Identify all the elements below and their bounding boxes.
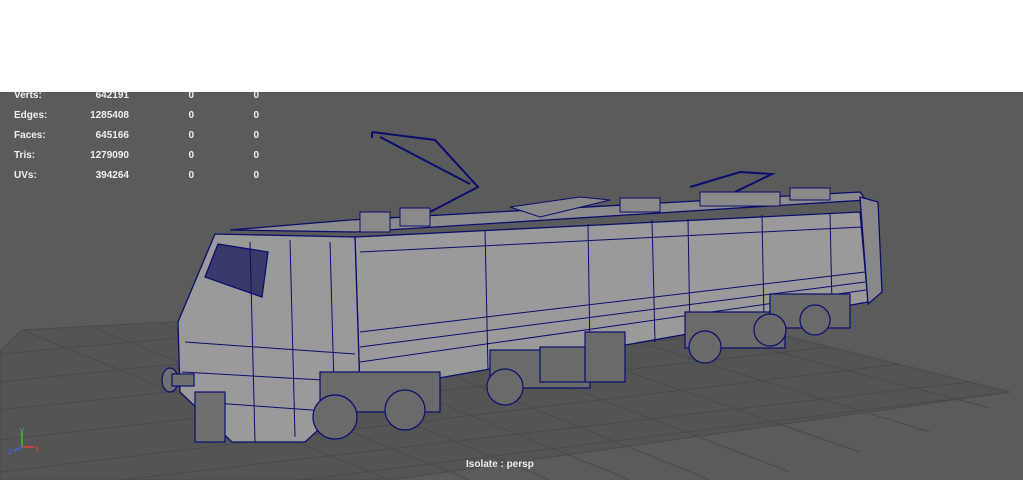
hud-label: Verts: bbox=[14, 92, 42, 101]
x-axis-label: x bbox=[35, 444, 39, 453]
hud-visible: 0 bbox=[253, 92, 259, 101]
hud-selected: 0 bbox=[188, 110, 194, 121]
hud-total: 1285408 bbox=[90, 110, 129, 121]
3d-viewport[interactable]: Verts: 642191 0 0 Edges: 1285408 0 0 Fac… bbox=[0, 92, 1023, 480]
hud-visible: 0 bbox=[253, 110, 259, 121]
hud-visible: 0 bbox=[253, 150, 259, 161]
y-axis-label: y bbox=[20, 427, 24, 435]
hud-selected: 0 bbox=[188, 150, 194, 161]
hud-label: Faces: bbox=[14, 130, 46, 141]
hud-label: Edges: bbox=[14, 110, 48, 121]
empty-header-area bbox=[0, 0, 1023, 92]
hud-visible: 0 bbox=[253, 170, 259, 181]
hud-selected: 0 bbox=[188, 170, 194, 181]
hud-selected: 0 bbox=[188, 130, 194, 141]
hud-total: 642191 bbox=[95, 92, 129, 101]
z-axis-label: z bbox=[8, 447, 12, 456]
hud-label: UVs: bbox=[14, 170, 37, 181]
hud-total: 394264 bbox=[95, 170, 129, 181]
hud-total: 645166 bbox=[95, 130, 129, 141]
hud-total: 1279090 bbox=[90, 150, 129, 161]
hud-visible: 0 bbox=[253, 130, 259, 141]
axis-gizmo-icon: y x z bbox=[8, 427, 39, 456]
hud-label: Tris: bbox=[14, 150, 36, 161]
hud-selected: 0 bbox=[188, 92, 194, 101]
z-axis-line bbox=[13, 446, 23, 452]
camera-label: Isolate : persp bbox=[466, 459, 534, 470]
